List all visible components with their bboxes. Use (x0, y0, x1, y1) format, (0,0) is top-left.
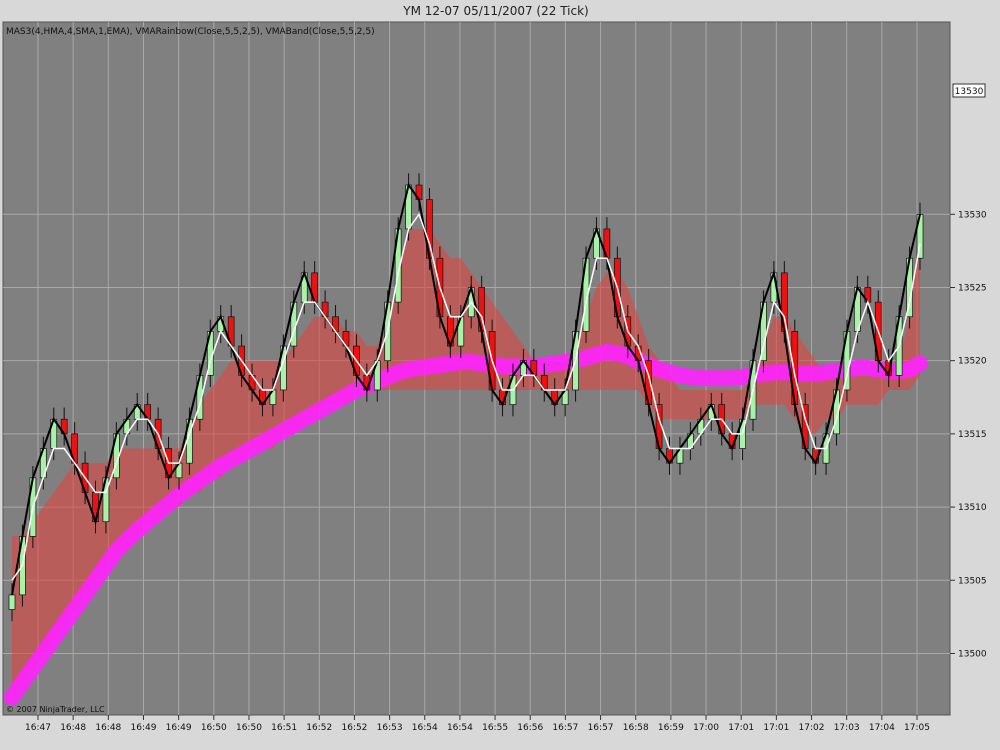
x-tick-label: 16:49 (166, 723, 192, 733)
x-tick-label: 16:54 (412, 723, 438, 733)
x-tick-label: 16:51 (271, 723, 297, 733)
y-tick-label: 13510 (958, 503, 987, 513)
x-tick-label: 16:58 (623, 723, 649, 733)
x-tick-label: 17:03 (834, 723, 860, 733)
chart-title: YM 12-07 05/11/2007 (22 Tick) (402, 4, 588, 18)
y-tick-label: 13515 (958, 430, 987, 440)
x-tick-label: 16:52 (306, 723, 332, 733)
x-tick-label: 17:05 (904, 723, 930, 733)
x-tick-label: 16:54 (447, 723, 473, 733)
x-tick-label: 16:48 (60, 723, 86, 733)
x-tick-label: 16:50 (236, 723, 262, 733)
x-tick-label: 16:48 (95, 723, 121, 733)
x-tick-label: 17:01 (763, 723, 789, 733)
x-tick-label: 16:50 (201, 723, 227, 733)
x-tick-label: 16:57 (552, 723, 578, 733)
x-tick-label: 17:02 (799, 723, 825, 733)
x-tick-label: 16:49 (131, 723, 157, 733)
y-tick-label: 13505 (958, 576, 987, 586)
y-tick-label: 13530 (958, 210, 987, 220)
chart-svg: 13500 13505 13510 13515 13520 13525 13530 16:4… (0, 0, 1000, 750)
x-tick-label: 16:52 (341, 723, 367, 733)
indicator-legend: MAS3(4,HMA,4,SMA,1,EMA), VMARainbow(Clos… (6, 27, 375, 37)
last-price-label: 13530 (955, 87, 984, 97)
x-tick-label: 16:55 (482, 723, 508, 733)
y-tick-label: 13500 (958, 649, 987, 659)
copyright-text: © 2007 NinjaTrader, LLC (6, 705, 105, 714)
x-tick-label: 16:57 (588, 723, 614, 733)
x-tick-label: 17:04 (869, 723, 895, 733)
x-tick-label: 16:56 (517, 723, 543, 733)
x-tick-label: 16:47 (25, 723, 51, 733)
y-tick-label: 13520 (958, 357, 987, 367)
chart-window: 13500 13505 13510 13515 13520 13525 13530 16:4… (0, 0, 1000, 750)
x-tick-label: 17:01 (728, 723, 754, 733)
x-tick-label: 16:53 (377, 723, 403, 733)
last-price-marker: 13530 (952, 83, 986, 98)
y-tick-label: 13525 (958, 283, 987, 293)
x-tick-label: 17:00 (693, 723, 719, 733)
x-tick-label: 16:59 (658, 723, 684, 733)
